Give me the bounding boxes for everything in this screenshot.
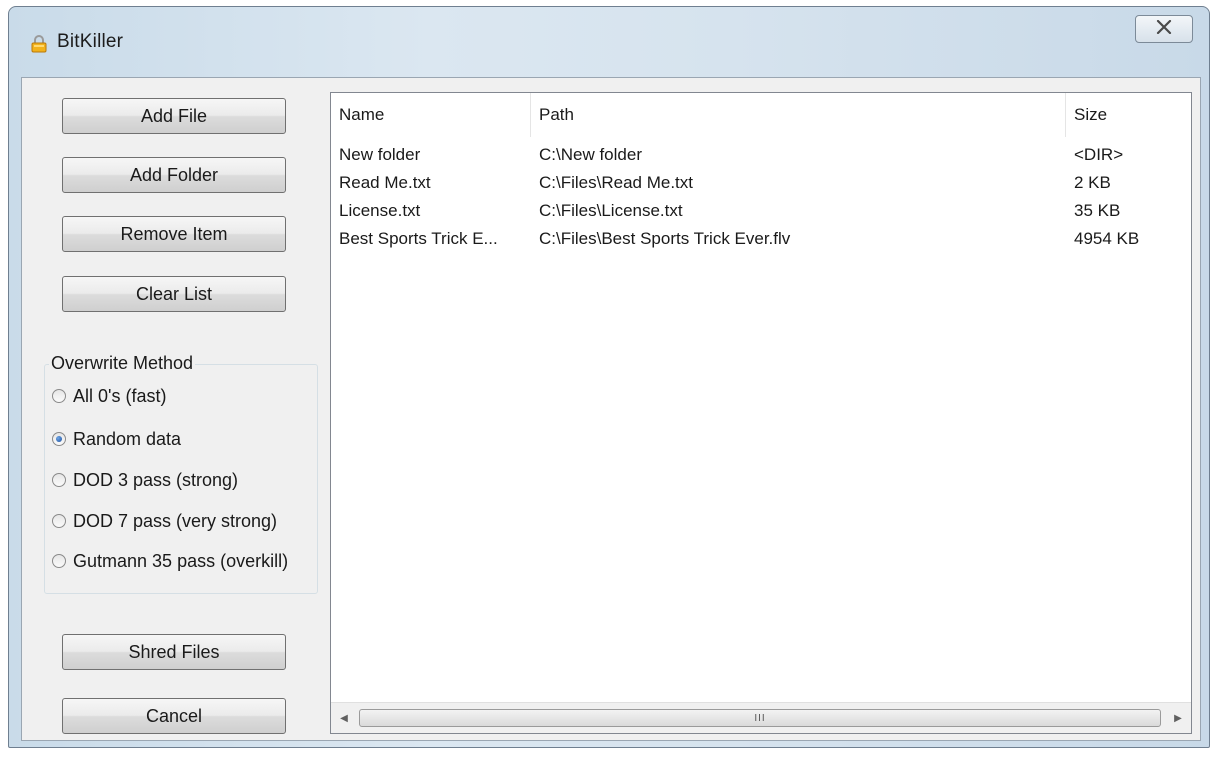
list-header: Name Path Size [331,93,1191,137]
radio-label: DOD 3 pass (strong) [73,469,239,490]
clear-list-button[interactable]: Clear List [62,276,286,312]
item-name: Best Sports Trick E... [339,229,498,248]
add-file-button[interactable]: Add File [62,98,286,134]
add-folder-button[interactable]: Add Folder [62,157,286,193]
item-path: C:\Files\License.txt [539,201,683,220]
shred-files-button[interactable]: Shred Files [62,634,286,670]
horizontal-scrollbar[interactable]: ◀ III ▶ [331,702,1191,733]
item-size: 35 KB [1074,201,1121,220]
item-size: 4954 KB [1074,229,1140,248]
column-header-path[interactable]: Path [531,93,1066,137]
radio-button-icon[interactable] [52,473,66,487]
item-size: 2 KB [1074,173,1111,192]
radio-button-checked-icon[interactable] [52,432,66,446]
radio-label: Gutmann 35 pass (overkill) [73,550,289,571]
radio-random-data[interactable]: Random data [52,427,181,451]
dialog-client-area: Add File Add Folder Remove Item Clear Li… [21,77,1201,741]
list-item[interactable]: New folder C:\New folder <DIR> [331,141,1191,169]
radio-button-icon[interactable] [52,389,66,403]
scroll-thumb[interactable]: III [359,709,1161,727]
cancel-button[interactable]: Cancel [62,698,286,734]
close-button[interactable] [1135,15,1193,43]
scroll-right-icon[interactable]: ▶ [1165,703,1191,733]
radio-gutmann-35-pass[interactable]: Gutmann 35 pass (overkill) [52,549,288,573]
file-list[interactable]: Name Path Size New folder C:\New folder … [330,92,1192,734]
radio-all-zeros[interactable]: All 0's (fast) [52,384,166,408]
bitkiller-window: BitKiller Add File Add Folder Remove Ite… [8,6,1210,748]
item-name: License.txt [339,201,421,220]
radio-label: DOD 7 pass (very strong) [73,510,278,531]
close-icon [1156,19,1172,39]
column-header-name[interactable]: Name [331,93,531,137]
radio-dod-3-pass[interactable]: DOD 3 pass (strong) [52,468,238,492]
remove-item-button[interactable]: Remove Item [62,216,286,252]
list-item[interactable]: License.txt C:\Files\License.txt 35 KB [331,197,1191,225]
item-size: <DIR> [1074,145,1124,164]
list-item[interactable]: Read Me.txt C:\Files\Read Me.txt 2 KB [331,169,1191,197]
window-title: BitKiller [57,31,124,52]
radio-button-icon[interactable] [52,514,66,528]
item-path: C:\Files\Read Me.txt [539,173,693,192]
overwrite-method-label: Overwrite Method [49,353,196,374]
radio-dod-7-pass[interactable]: DOD 7 pass (very strong) [52,509,277,533]
column-header-size[interactable]: Size [1066,93,1191,137]
radio-label: Random data [73,428,182,449]
scroll-grip: III [754,712,766,724]
padlock-icon [31,35,47,53]
radio-label: All 0's (fast) [73,385,167,406]
item-path: C:\New folder [539,145,642,164]
item-name: New folder [339,145,421,164]
list-item[interactable]: Best Sports Trick E... C:\Files\Best Spo… [331,225,1191,253]
scroll-left-icon[interactable]: ◀ [331,703,357,733]
title-bar[interactable]: BitKiller [9,7,1209,73]
radio-button-icon[interactable] [52,554,66,568]
item-path: C:\Files\Best Sports Trick Ever.flv [539,229,791,248]
item-name: Read Me.txt [339,173,431,192]
